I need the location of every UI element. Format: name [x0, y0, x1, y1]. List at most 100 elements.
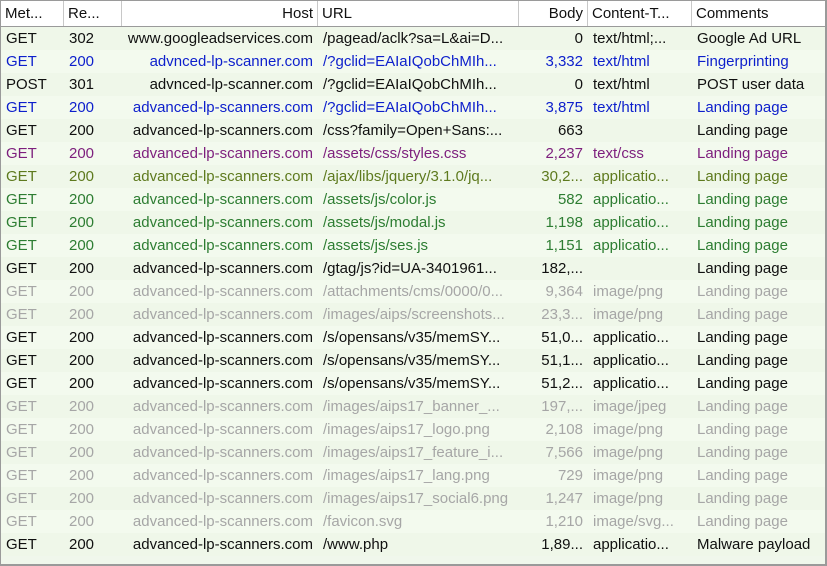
table-row[interactable]: GET200advanced-lp-scanners.com/s/opensan…	[1, 349, 825, 372]
cell-url: /images/aips17_social6.png	[318, 487, 519, 510]
table-row[interactable]: GET200advanced-lp-scanners.com/images/ai…	[1, 487, 825, 510]
cell-method: POST	[1, 73, 64, 96]
cell-method: GET	[1, 464, 64, 487]
cell-host: advanced-lp-scanners.com	[122, 165, 318, 188]
cell-result: 200	[64, 257, 122, 280]
table-row[interactable]: GET200advanced-lp-scanners.com/?gclid=EA…	[1, 96, 825, 119]
cell-comments: Landing page	[692, 234, 825, 257]
cell-host: advanced-lp-scanners.com	[122, 211, 318, 234]
cell-host: advanced-lp-scanners.com	[122, 510, 318, 533]
column-header-body[interactable]: Body	[519, 1, 588, 26]
cell-result: 200	[64, 487, 122, 510]
cell-host: advanced-lp-scanners.com	[122, 280, 318, 303]
table-row[interactable]: GET200advnced-lp-scanner.com/?gclid=EAIa…	[1, 50, 825, 73]
cell-body: 30,2...	[519, 165, 588, 188]
cell-host: advanced-lp-scanners.com	[122, 188, 318, 211]
cell-body: 0	[519, 73, 588, 96]
cell-result: 200	[64, 188, 122, 211]
cell-content-type	[588, 257, 692, 280]
table-row[interactable]: GET200advanced-lp-scanners.com/ajax/libs…	[1, 165, 825, 188]
table-row[interactable]: GET200advanced-lp-scanners.com/assets/cs…	[1, 142, 825, 165]
table-row[interactable]: GET200advanced-lp-scanners.com/assets/js…	[1, 234, 825, 257]
table-row[interactable]: GET302www.googleadservices.com/pagead/ac…	[1, 27, 825, 50]
cell-result: 301	[64, 73, 122, 96]
table-row[interactable]: GET200advanced-lp-scanners.com/images/ai…	[1, 303, 825, 326]
cell-method: GET	[1, 372, 64, 395]
table-row[interactable]: GET200advanced-lp-scanners.com/favicon.s…	[1, 510, 825, 533]
cell-url: /assets/js/ses.js	[318, 234, 519, 257]
cell-comments: Malware payload	[692, 533, 825, 556]
cell-url: /ajax/libs/jquery/3.1.0/jq...	[318, 165, 519, 188]
cell-host: advanced-lp-scanners.com	[122, 487, 318, 510]
cell-content-type: text/html	[588, 73, 692, 96]
cell-content-type	[588, 119, 692, 142]
cell-content-type: applicatio...	[588, 188, 692, 211]
table-row[interactable]: GET200advanced-lp-scanners.com/images/ai…	[1, 441, 825, 464]
cell-content-type: image/png	[588, 418, 692, 441]
cell-result: 200	[64, 418, 122, 441]
column-header-host[interactable]: Host	[122, 1, 318, 26]
table-row[interactable]: GET200advanced-lp-scanners.com/images/ai…	[1, 418, 825, 441]
table-row[interactable]: GET200advanced-lp-scanners.com/css?famil…	[1, 119, 825, 142]
cell-comments: Landing page	[692, 142, 825, 165]
cell-comments: POST user data	[692, 73, 825, 96]
table-row[interactable]: GET200advanced-lp-scanners.com/s/opensan…	[1, 326, 825, 349]
table-row[interactable]: GET200advanced-lp-scanners.com/images/ai…	[1, 464, 825, 487]
table-row[interactable]: GET200advanced-lp-scanners.com/s/opensan…	[1, 372, 825, 395]
cell-url: /css?family=Open+Sans:...	[318, 119, 519, 142]
cell-body: 1,151	[519, 234, 588, 257]
cell-content-type: text/html;...	[588, 27, 692, 50]
cell-url: /assets/css/styles.css	[318, 142, 519, 165]
cell-comments: Landing page	[692, 510, 825, 533]
column-header-method[interactable]: Met...	[1, 1, 64, 26]
column-header-url[interactable]: URL	[318, 1, 519, 26]
cell-host: advanced-lp-scanners.com	[122, 119, 318, 142]
cell-method: GET	[1, 280, 64, 303]
cell-host: advanced-lp-scanners.com	[122, 441, 318, 464]
cell-result: 200	[64, 533, 122, 556]
cell-comments: Google Ad URL	[692, 27, 825, 50]
cell-host: advnced-lp-scanner.com	[122, 73, 318, 96]
cell-url: /?gclid=EAIaIQobChMIh...	[318, 50, 519, 73]
cell-url: /images/aips17_feature_i...	[318, 441, 519, 464]
cell-host: advanced-lp-scanners.com	[122, 142, 318, 165]
cell-content-type: image/png	[588, 487, 692, 510]
column-header-result[interactable]: Re...	[64, 1, 122, 26]
cell-content-type: applicatio...	[588, 326, 692, 349]
cell-result: 200	[64, 234, 122, 257]
cell-body: 1,198	[519, 211, 588, 234]
cell-result: 200	[64, 349, 122, 372]
table-row[interactable]: GET200advanced-lp-scanners.com/gtag/js?i…	[1, 257, 825, 280]
table-row[interactable]: GET200advanced-lp-scanners.com/images/ai…	[1, 395, 825, 418]
cell-host: advanced-lp-scanners.com	[122, 418, 318, 441]
table-row[interactable]: POST301advnced-lp-scanner.com/?gclid=EAI…	[1, 73, 825, 96]
cell-content-type: image/svg...	[588, 510, 692, 533]
cell-result: 200	[64, 96, 122, 119]
cell-host: advnced-lp-scanner.com	[122, 50, 318, 73]
cell-method: GET	[1, 257, 64, 280]
cell-url: /attachments/cms/0000/0...	[318, 280, 519, 303]
cell-comments: Landing page	[692, 349, 825, 372]
cell-result: 200	[64, 280, 122, 303]
column-header-comments[interactable]: Comments	[692, 1, 825, 26]
table-row[interactable]: GET200advanced-lp-scanners.com/assets/js…	[1, 211, 825, 234]
cell-comments: Landing page	[692, 165, 825, 188]
cell-result: 200	[64, 142, 122, 165]
cell-method: GET	[1, 533, 64, 556]
cell-method: GET	[1, 510, 64, 533]
cell-result: 200	[64, 303, 122, 326]
table-row[interactable]: GET200advanced-lp-scanners.com/assets/js…	[1, 188, 825, 211]
cell-content-type: applicatio...	[588, 211, 692, 234]
cell-comments: Landing page	[692, 119, 825, 142]
cell-host: advanced-lp-scanners.com	[122, 372, 318, 395]
table-row[interactable]: GET200advanced-lp-scanners.com/attachmen…	[1, 280, 825, 303]
cell-result: 200	[64, 464, 122, 487]
column-header-content-type[interactable]: Content-T...	[588, 1, 692, 26]
cell-content-type: image/jpeg	[588, 395, 692, 418]
web-sessions-grid: Met... Re... Host URL Body Content-T... …	[0, 0, 827, 566]
cell-comments: Landing page	[692, 211, 825, 234]
cell-body: 582	[519, 188, 588, 211]
cell-body: 51,2...	[519, 372, 588, 395]
table-row[interactable]: GET200advanced-lp-scanners.com/www.php1,…	[1, 533, 825, 556]
cell-method: GET	[1, 96, 64, 119]
